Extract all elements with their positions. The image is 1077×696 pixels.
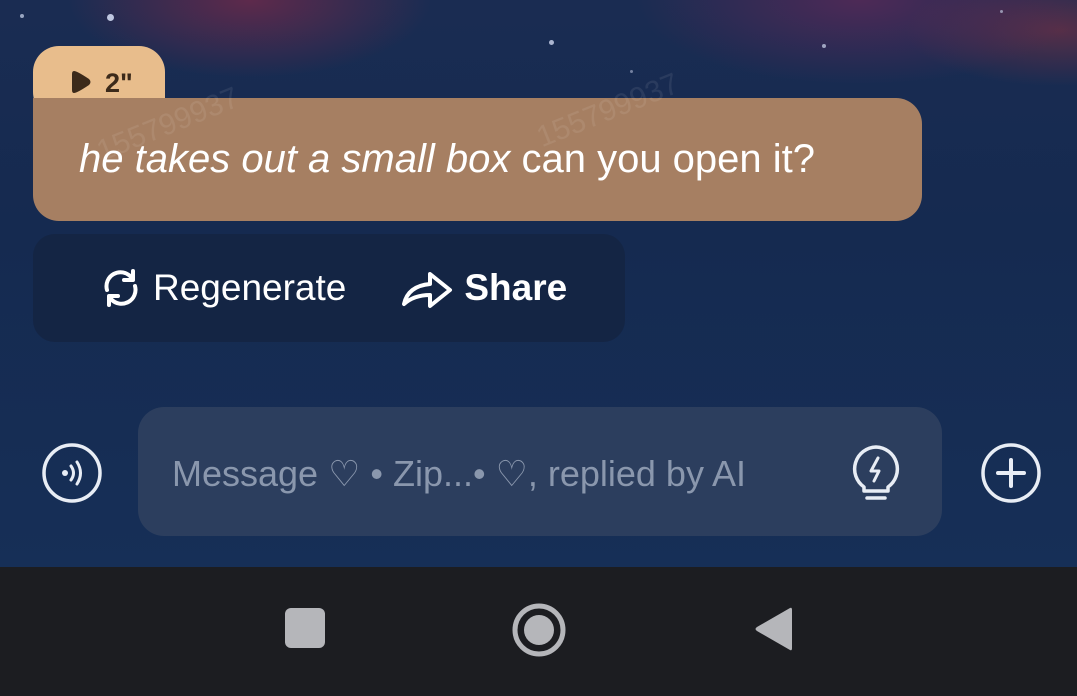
star (107, 14, 114, 21)
ai-message-bubble: 155799937 155799937 he takes out a small… (33, 67, 922, 221)
share-arrow-icon (402, 272, 453, 308)
triangle-back-icon[interactable] (752, 605, 794, 653)
play-icon (72, 71, 91, 93)
system-navigation-bar (0, 567, 1077, 696)
message-input-placeholder: Message ♡ • Zip...• ♡, replied by AI (172, 453, 746, 494)
message-speech-text: can you open it? (510, 137, 816, 181)
star (822, 44, 826, 48)
circle-icon[interactable] (511, 602, 567, 658)
audio-duration: 2" (105, 68, 133, 98)
chat-screen: 2" 155799937 155799937 he takes out a sm… (0, 0, 1077, 567)
share-button[interactable]: Share (398, 264, 567, 312)
star (549, 40, 554, 45)
lightbulb-icon[interactable] (850, 444, 902, 506)
refresh-icon (104, 269, 138, 307)
share-label: Share (464, 267, 568, 308)
voice-mode-icon[interactable] (41, 442, 103, 504)
message-actions-bar: Regenerate Share (33, 234, 625, 342)
star (630, 70, 633, 73)
regenerate-label: Regenerate (153, 267, 347, 308)
star (1000, 10, 1003, 13)
regenerate-button[interactable]: Regenerate (97, 264, 346, 312)
plus-icon[interactable] (980, 442, 1042, 504)
message-input[interactable]: Message ♡ • Zip...• ♡, replied by AI (138, 407, 942, 536)
square-icon[interactable] (284, 607, 326, 649)
star (20, 14, 24, 18)
message-action-text: he takes out a small box (79, 137, 511, 181)
